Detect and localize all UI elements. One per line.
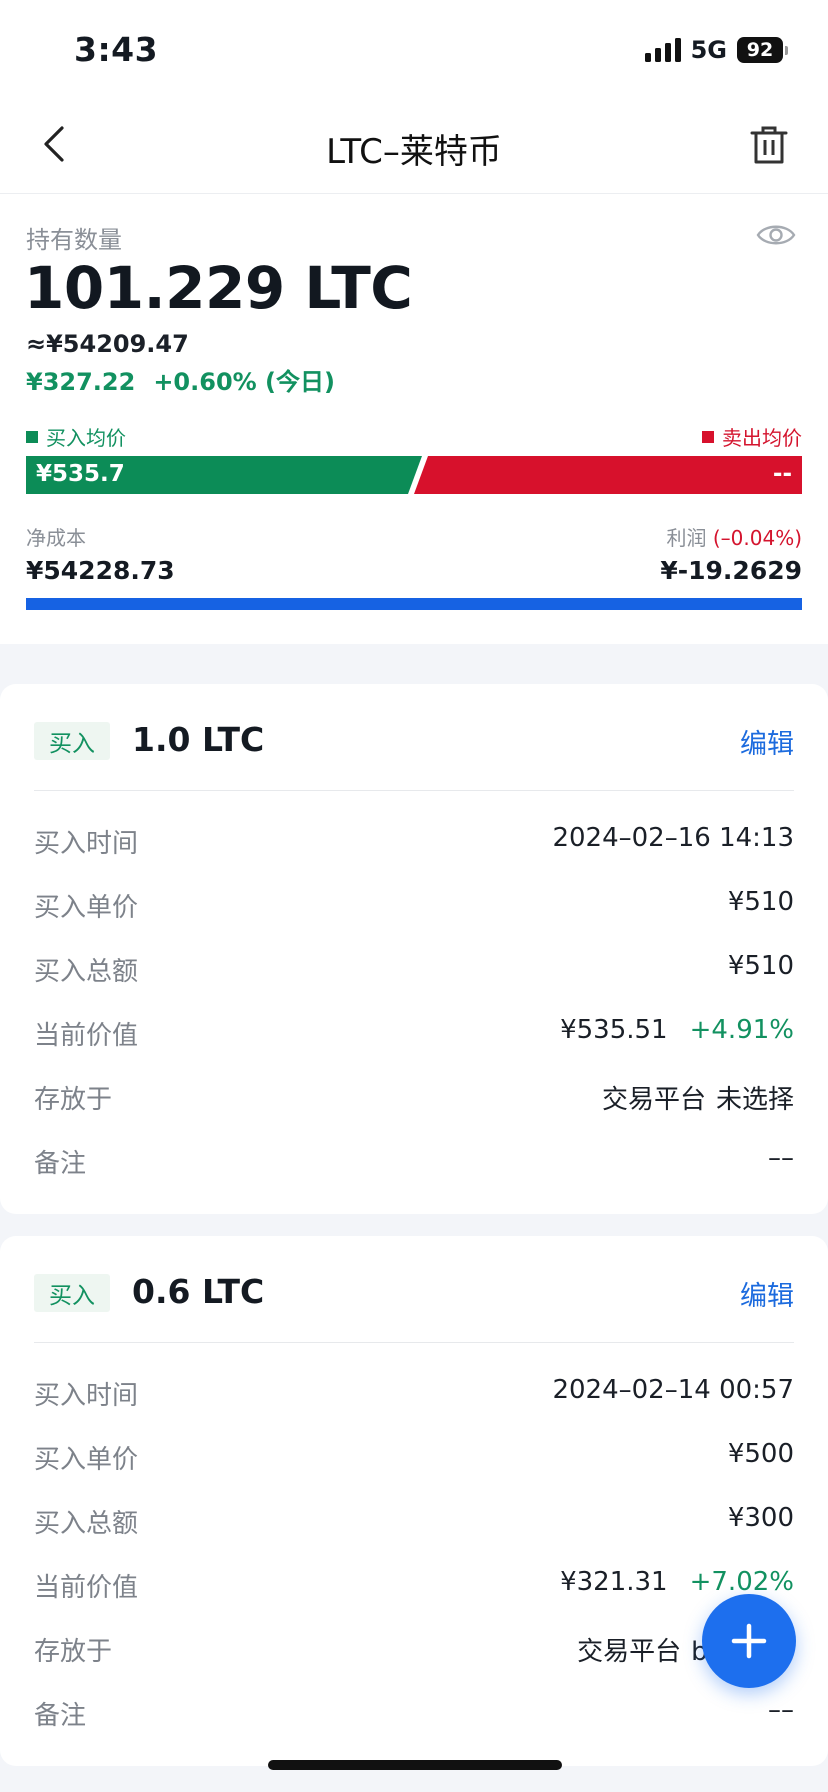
avg-price-bar: ¥535.7 -- (26, 456, 802, 494)
add-trade-button[interactable] (702, 1594, 796, 1688)
row-label: 当前价值 (34, 1021, 139, 1051)
profit-value: ¥-19.2629 (660, 556, 802, 585)
trash-icon[interactable] (748, 124, 790, 166)
page-title: LTC–莱特币 (326, 132, 502, 172)
row-label: 买入单价 (34, 1445, 139, 1475)
row-value: ¥321.31 (560, 1567, 668, 1597)
signal-icon (644, 38, 681, 62)
net-cost-value: ¥54228.73 (26, 556, 175, 585)
edit-button[interactable]: 编辑 (740, 722, 794, 761)
row-value-group: 交易平台 未选择 (602, 1079, 794, 1116)
trade-row-time: 买入时间 2024–02–14 00:57 (34, 1375, 794, 1415)
day-change-amount: ¥327.22 (26, 368, 136, 396)
trade-card: 买入 1.0 LTC 编辑 买入时间 2024–02–16 14:13 买入单价… (0, 684, 828, 1214)
row-value-group: ¥535.51 +4.91% (560, 1015, 794, 1045)
row-value: ¥535.51 (560, 1015, 668, 1045)
trade-card: 买入 0.6 LTC 编辑 买入时间 2024–02–14 00:57 买入单价… (0, 1236, 828, 1766)
battery-icon: 92 (737, 37, 788, 63)
profit-label: 利润 (666, 526, 707, 550)
row-value-group: ¥321.31 +7.02% (560, 1567, 794, 1597)
cost-progress-bar (26, 598, 802, 610)
row-label: 买入单价 (34, 893, 139, 923)
row-label: 备注 (34, 1149, 87, 1179)
sell-avg-label: 卖出均价 (722, 426, 802, 450)
row-value: ¥510 (727, 951, 794, 981)
row-label: 备注 (34, 1701, 87, 1731)
divider (34, 790, 794, 791)
row-value: –– (768, 1695, 794, 1725)
sell-avg-bar (414, 456, 802, 494)
net-cost-label: 净成本 (26, 526, 86, 550)
trade-amount: 1.0 LTC (132, 720, 265, 759)
hold-amount: 101.229 LTC (24, 254, 413, 322)
row-value: 2024–02–14 00:57 (552, 1375, 794, 1405)
holding-summary: 持有数量 101.229 LTC ≈¥54209.47 ¥327.22 +0.60… (0, 194, 828, 644)
trade-row-note: 备注 –– (34, 1143, 794, 1183)
profit-pct: (–0.04%) (712, 526, 802, 550)
buy-avg-value: ¥535.7 (36, 461, 125, 487)
trade-card-header: 买入 0.6 LTC 编辑 (34, 1272, 794, 1313)
trade-type-badge: 买入 (34, 722, 110, 760)
trade-row-storage: 存放于 交易平台binance (34, 1631, 794, 1671)
red-square-icon (702, 430, 714, 443)
row-value: ¥500 (727, 1439, 794, 1469)
trade-row-total: 买入总额 ¥510 (34, 951, 794, 991)
row-label: 买入时间 (34, 1381, 139, 1411)
sell-avg-value: -- (772, 461, 792, 487)
trade-row-unit-price: 买入单价 ¥500 (34, 1439, 794, 1479)
row-label: 存放于 (34, 1637, 113, 1667)
row-value: –– (768, 1143, 794, 1173)
row-label: 当前价值 (34, 1573, 139, 1603)
divider (34, 1342, 794, 1343)
trade-type-badge: 买入 (34, 1274, 110, 1312)
nav-bar: LTC–莱特币 (0, 100, 828, 194)
row-label: 买入总额 (34, 1509, 139, 1539)
network-type: 5G (690, 36, 727, 64)
row-label: 买入时间 (34, 829, 139, 859)
day-change: ¥327.22 +0.60% (今日) (26, 362, 335, 397)
legend-buy-avg: 买入均价 (26, 422, 126, 451)
home-indicator (268, 1760, 562, 1770)
day-change-pct: +0.60% (今日) (153, 368, 335, 396)
profit-label-group: 利润 (–0.04%) (667, 522, 803, 551)
trade-row-note: 备注 –– (34, 1695, 794, 1735)
green-square-icon (26, 430, 38, 443)
trade-amount: 0.6 LTC (132, 1272, 265, 1311)
row-value: 2024–02–16 14:13 (552, 823, 794, 853)
trade-row-storage: 存放于 交易平台 未选择 (34, 1079, 794, 1119)
change-pct: +7.02% (689, 1567, 794, 1597)
row-label: 存放于 (34, 1085, 113, 1115)
trade-row-current-value: 当前价值 ¥321.31 +7.02% (34, 1567, 794, 1607)
trade-row-total: 买入总额 ¥300 (34, 1503, 794, 1543)
change-pct: +4.91% (689, 1015, 794, 1045)
buy-avg-label: 买入均价 (46, 426, 126, 450)
battery-level: 92 (737, 37, 783, 63)
plus-icon (731, 1623, 767, 1659)
row-value: ¥510 (727, 887, 794, 917)
status-time: 3:43 (74, 30, 159, 69)
legend-sell-avg: 卖出均价 (702, 422, 802, 451)
hold-cny-value: ≈¥54209.47 (26, 330, 189, 358)
row-value: ¥300 (727, 1503, 794, 1533)
row-value: 交易平台 (577, 1637, 682, 1667)
row-label: 买入总额 (34, 957, 139, 987)
eye-icon[interactable] (756, 220, 796, 250)
trade-row-current-value: 当前价值 ¥535.51 +4.91% (34, 1015, 794, 1055)
status-indicators: 5G 92 (644, 36, 788, 64)
trade-row-unit-price: 买入单价 ¥510 (34, 887, 794, 927)
trade-row-time: 买入时间 2024–02–16 14:13 (34, 823, 794, 863)
storage-wallet: 未选择 (715, 1085, 794, 1115)
status-bar: 3:43 5G 92 (0, 0, 828, 100)
trade-card-header: 买入 1.0 LTC 编辑 (34, 720, 794, 761)
edit-button[interactable]: 编辑 (740, 1274, 794, 1313)
row-value: 交易平台 (601, 1085, 706, 1115)
hold-label: 持有数量 (26, 226, 122, 254)
